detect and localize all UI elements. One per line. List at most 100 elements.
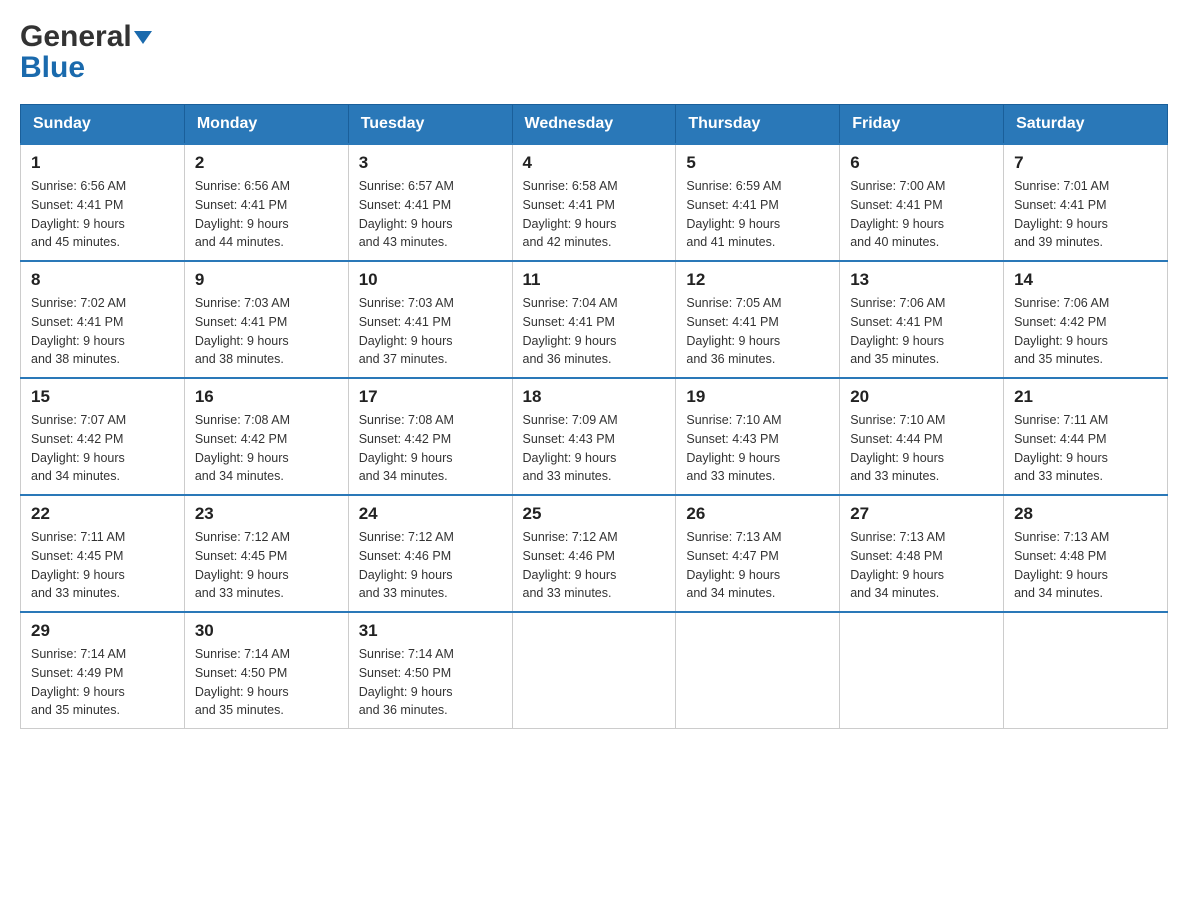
- day-number: 18: [523, 387, 666, 407]
- day-info: Sunrise: 7:10 AM Sunset: 4:44 PM Dayligh…: [850, 411, 993, 486]
- calendar-cell: 17 Sunrise: 7:08 AM Sunset: 4:42 PM Dayl…: [348, 378, 512, 495]
- calendar-cell: 31 Sunrise: 7:14 AM Sunset: 4:50 PM Dayl…: [348, 612, 512, 729]
- column-header-tuesday: Tuesday: [348, 105, 512, 145]
- calendar-cell: 15 Sunrise: 7:07 AM Sunset: 4:42 PM Dayl…: [21, 378, 185, 495]
- day-info: Sunrise: 7:09 AM Sunset: 4:43 PM Dayligh…: [523, 411, 666, 486]
- day-number: 31: [359, 621, 502, 641]
- column-header-friday: Friday: [840, 105, 1004, 145]
- day-number: 30: [195, 621, 338, 641]
- day-info: Sunrise: 7:02 AM Sunset: 4:41 PM Dayligh…: [31, 294, 174, 369]
- calendar-cell: 30 Sunrise: 7:14 AM Sunset: 4:50 PM Dayl…: [184, 612, 348, 729]
- day-number: 10: [359, 270, 502, 290]
- day-info: Sunrise: 7:10 AM Sunset: 4:43 PM Dayligh…: [686, 411, 829, 486]
- day-number: 22: [31, 504, 174, 524]
- day-number: 6: [850, 153, 993, 173]
- column-header-saturday: Saturday: [1004, 105, 1168, 145]
- logo: General Blue: [20, 20, 152, 84]
- day-number: 27: [850, 504, 993, 524]
- column-header-sunday: Sunday: [21, 105, 185, 145]
- day-info: Sunrise: 7:08 AM Sunset: 4:42 PM Dayligh…: [195, 411, 338, 486]
- week-row-5: 29 Sunrise: 7:14 AM Sunset: 4:49 PM Dayl…: [21, 612, 1168, 729]
- calendar-cell: 8 Sunrise: 7:02 AM Sunset: 4:41 PM Dayli…: [21, 261, 185, 378]
- calendar-cell: 3 Sunrise: 6:57 AM Sunset: 4:41 PM Dayli…: [348, 144, 512, 261]
- page-header: General Blue: [20, 20, 1168, 84]
- column-header-monday: Monday: [184, 105, 348, 145]
- day-number: 13: [850, 270, 993, 290]
- calendar-cell: 12 Sunrise: 7:05 AM Sunset: 4:41 PM Dayl…: [676, 261, 840, 378]
- calendar-cell: 14 Sunrise: 7:06 AM Sunset: 4:42 PM Dayl…: [1004, 261, 1168, 378]
- calendar-cell: [840, 612, 1004, 729]
- day-info: Sunrise: 7:05 AM Sunset: 4:41 PM Dayligh…: [686, 294, 829, 369]
- calendar-cell: 21 Sunrise: 7:11 AM Sunset: 4:44 PM Dayl…: [1004, 378, 1168, 495]
- day-number: 25: [523, 504, 666, 524]
- calendar-cell: 26 Sunrise: 7:13 AM Sunset: 4:47 PM Dayl…: [676, 495, 840, 612]
- calendar-cell: 13 Sunrise: 7:06 AM Sunset: 4:41 PM Dayl…: [840, 261, 1004, 378]
- calendar-cell: 2 Sunrise: 6:56 AM Sunset: 4:41 PM Dayli…: [184, 144, 348, 261]
- day-info: Sunrise: 7:13 AM Sunset: 4:47 PM Dayligh…: [686, 528, 829, 603]
- calendar-cell: 24 Sunrise: 7:12 AM Sunset: 4:46 PM Dayl…: [348, 495, 512, 612]
- day-info: Sunrise: 6:58 AM Sunset: 4:41 PM Dayligh…: [523, 177, 666, 252]
- calendar-cell: 10 Sunrise: 7:03 AM Sunset: 4:41 PM Dayl…: [348, 261, 512, 378]
- day-number: 1: [31, 153, 174, 173]
- day-info: Sunrise: 7:13 AM Sunset: 4:48 PM Dayligh…: [1014, 528, 1157, 603]
- logo-text: General: [20, 20, 152, 53]
- day-info: Sunrise: 7:12 AM Sunset: 4:46 PM Dayligh…: [523, 528, 666, 603]
- calendar-cell: 27 Sunrise: 7:13 AM Sunset: 4:48 PM Dayl…: [840, 495, 1004, 612]
- day-number: 14: [1014, 270, 1157, 290]
- day-number: 9: [195, 270, 338, 290]
- calendar-cell: 19 Sunrise: 7:10 AM Sunset: 4:43 PM Dayl…: [676, 378, 840, 495]
- calendar-table: SundayMondayTuesdayWednesdayThursdayFrid…: [20, 104, 1168, 729]
- day-number: 16: [195, 387, 338, 407]
- day-info: Sunrise: 6:56 AM Sunset: 4:41 PM Dayligh…: [195, 177, 338, 252]
- day-info: Sunrise: 7:03 AM Sunset: 4:41 PM Dayligh…: [195, 294, 338, 369]
- week-row-1: 1 Sunrise: 6:56 AM Sunset: 4:41 PM Dayli…: [21, 144, 1168, 261]
- day-number: 8: [31, 270, 174, 290]
- column-header-wednesday: Wednesday: [512, 105, 676, 145]
- day-info: Sunrise: 7:13 AM Sunset: 4:48 PM Dayligh…: [850, 528, 993, 603]
- calendar-cell: 28 Sunrise: 7:13 AM Sunset: 4:48 PM Dayl…: [1004, 495, 1168, 612]
- day-number: 20: [850, 387, 993, 407]
- day-number: 23: [195, 504, 338, 524]
- day-info: Sunrise: 7:14 AM Sunset: 4:49 PM Dayligh…: [31, 645, 174, 720]
- day-info: Sunrise: 7:14 AM Sunset: 4:50 PM Dayligh…: [359, 645, 502, 720]
- day-info: Sunrise: 7:12 AM Sunset: 4:45 PM Dayligh…: [195, 528, 338, 603]
- day-info: Sunrise: 7:03 AM Sunset: 4:41 PM Dayligh…: [359, 294, 502, 369]
- calendar-cell: 16 Sunrise: 7:08 AM Sunset: 4:42 PM Dayl…: [184, 378, 348, 495]
- day-number: 11: [523, 270, 666, 290]
- day-number: 26: [686, 504, 829, 524]
- calendar-cell: 1 Sunrise: 6:56 AM Sunset: 4:41 PM Dayli…: [21, 144, 185, 261]
- day-number: 2: [195, 153, 338, 173]
- calendar-cell: [1004, 612, 1168, 729]
- week-row-2: 8 Sunrise: 7:02 AM Sunset: 4:41 PM Dayli…: [21, 261, 1168, 378]
- day-info: Sunrise: 7:04 AM Sunset: 4:41 PM Dayligh…: [523, 294, 666, 369]
- day-info: Sunrise: 6:56 AM Sunset: 4:41 PM Dayligh…: [31, 177, 174, 252]
- week-row-3: 15 Sunrise: 7:07 AM Sunset: 4:42 PM Dayl…: [21, 378, 1168, 495]
- day-number: 19: [686, 387, 829, 407]
- day-number: 15: [31, 387, 174, 407]
- day-info: Sunrise: 7:01 AM Sunset: 4:41 PM Dayligh…: [1014, 177, 1157, 252]
- day-number: 21: [1014, 387, 1157, 407]
- day-info: Sunrise: 7:11 AM Sunset: 4:45 PM Dayligh…: [31, 528, 174, 603]
- calendar-cell: 5 Sunrise: 6:59 AM Sunset: 4:41 PM Dayli…: [676, 144, 840, 261]
- day-number: 3: [359, 153, 502, 173]
- day-number: 29: [31, 621, 174, 641]
- day-info: Sunrise: 6:57 AM Sunset: 4:41 PM Dayligh…: [359, 177, 502, 252]
- day-info: Sunrise: 6:59 AM Sunset: 4:41 PM Dayligh…: [686, 177, 829, 252]
- calendar-cell: 22 Sunrise: 7:11 AM Sunset: 4:45 PM Dayl…: [21, 495, 185, 612]
- calendar-cell: 20 Sunrise: 7:10 AM Sunset: 4:44 PM Dayl…: [840, 378, 1004, 495]
- day-info: Sunrise: 7:06 AM Sunset: 4:41 PM Dayligh…: [850, 294, 993, 369]
- day-number: 17: [359, 387, 502, 407]
- day-info: Sunrise: 7:12 AM Sunset: 4:46 PM Dayligh…: [359, 528, 502, 603]
- day-info: Sunrise: 7:11 AM Sunset: 4:44 PM Dayligh…: [1014, 411, 1157, 486]
- day-info: Sunrise: 7:08 AM Sunset: 4:42 PM Dayligh…: [359, 411, 502, 486]
- calendar-cell: 9 Sunrise: 7:03 AM Sunset: 4:41 PM Dayli…: [184, 261, 348, 378]
- day-info: Sunrise: 7:14 AM Sunset: 4:50 PM Dayligh…: [195, 645, 338, 720]
- calendar-cell: 25 Sunrise: 7:12 AM Sunset: 4:46 PM Dayl…: [512, 495, 676, 612]
- logo-blue-text: Blue: [20, 51, 85, 84]
- column-header-thursday: Thursday: [676, 105, 840, 145]
- day-info: Sunrise: 7:07 AM Sunset: 4:42 PM Dayligh…: [31, 411, 174, 486]
- day-number: 12: [686, 270, 829, 290]
- calendar-cell: 18 Sunrise: 7:09 AM Sunset: 4:43 PM Dayl…: [512, 378, 676, 495]
- day-number: 28: [1014, 504, 1157, 524]
- calendar-cell: 7 Sunrise: 7:01 AM Sunset: 4:41 PM Dayli…: [1004, 144, 1168, 261]
